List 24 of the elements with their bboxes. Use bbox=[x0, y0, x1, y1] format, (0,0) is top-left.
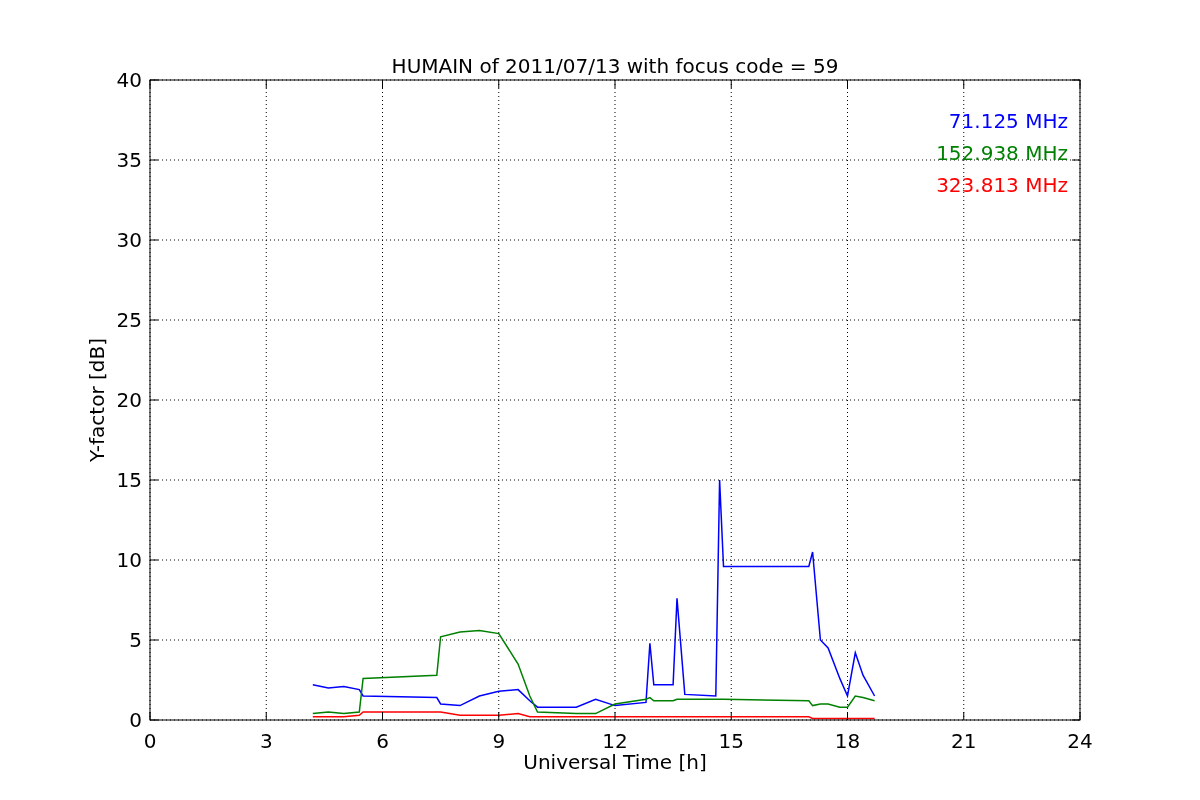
tick-label: 0 bbox=[143, 729, 157, 753]
tick-label: 15 bbox=[116, 468, 142, 492]
legend-label: 323.813 MHz bbox=[936, 173, 1068, 197]
tick-label: 35 bbox=[116, 148, 142, 172]
tick-label: 9 bbox=[492, 729, 506, 753]
chart-title: HUMAIN of 2011/07/13 with focus code = 59 bbox=[391, 54, 839, 78]
tick-label: 21 bbox=[951, 729, 977, 753]
tick-label: 24 bbox=[1067, 729, 1093, 753]
tick-label: 10 bbox=[116, 548, 142, 572]
tick-label: 15 bbox=[718, 729, 744, 753]
tick-label: 20 bbox=[116, 388, 142, 412]
axis-label: Universal Time [h] bbox=[523, 750, 707, 774]
tick-label: 30 bbox=[116, 228, 142, 252]
tick-label: 25 bbox=[116, 308, 142, 332]
tick-label: 3 bbox=[259, 729, 273, 753]
tick-label: 0 bbox=[129, 708, 142, 732]
legend-label: 71.125 MHz bbox=[948, 109, 1068, 133]
legend-label: 152.938 MHz bbox=[936, 141, 1068, 165]
tick-label: 12 bbox=[602, 729, 628, 753]
tick-label: 6 bbox=[376, 729, 389, 753]
tick-label: 5 bbox=[129, 628, 142, 652]
axis-label: Y-factor [dB] bbox=[85, 338, 109, 462]
tick-label: 40 bbox=[116, 68, 142, 92]
tick-label: 18 bbox=[834, 729, 861, 753]
